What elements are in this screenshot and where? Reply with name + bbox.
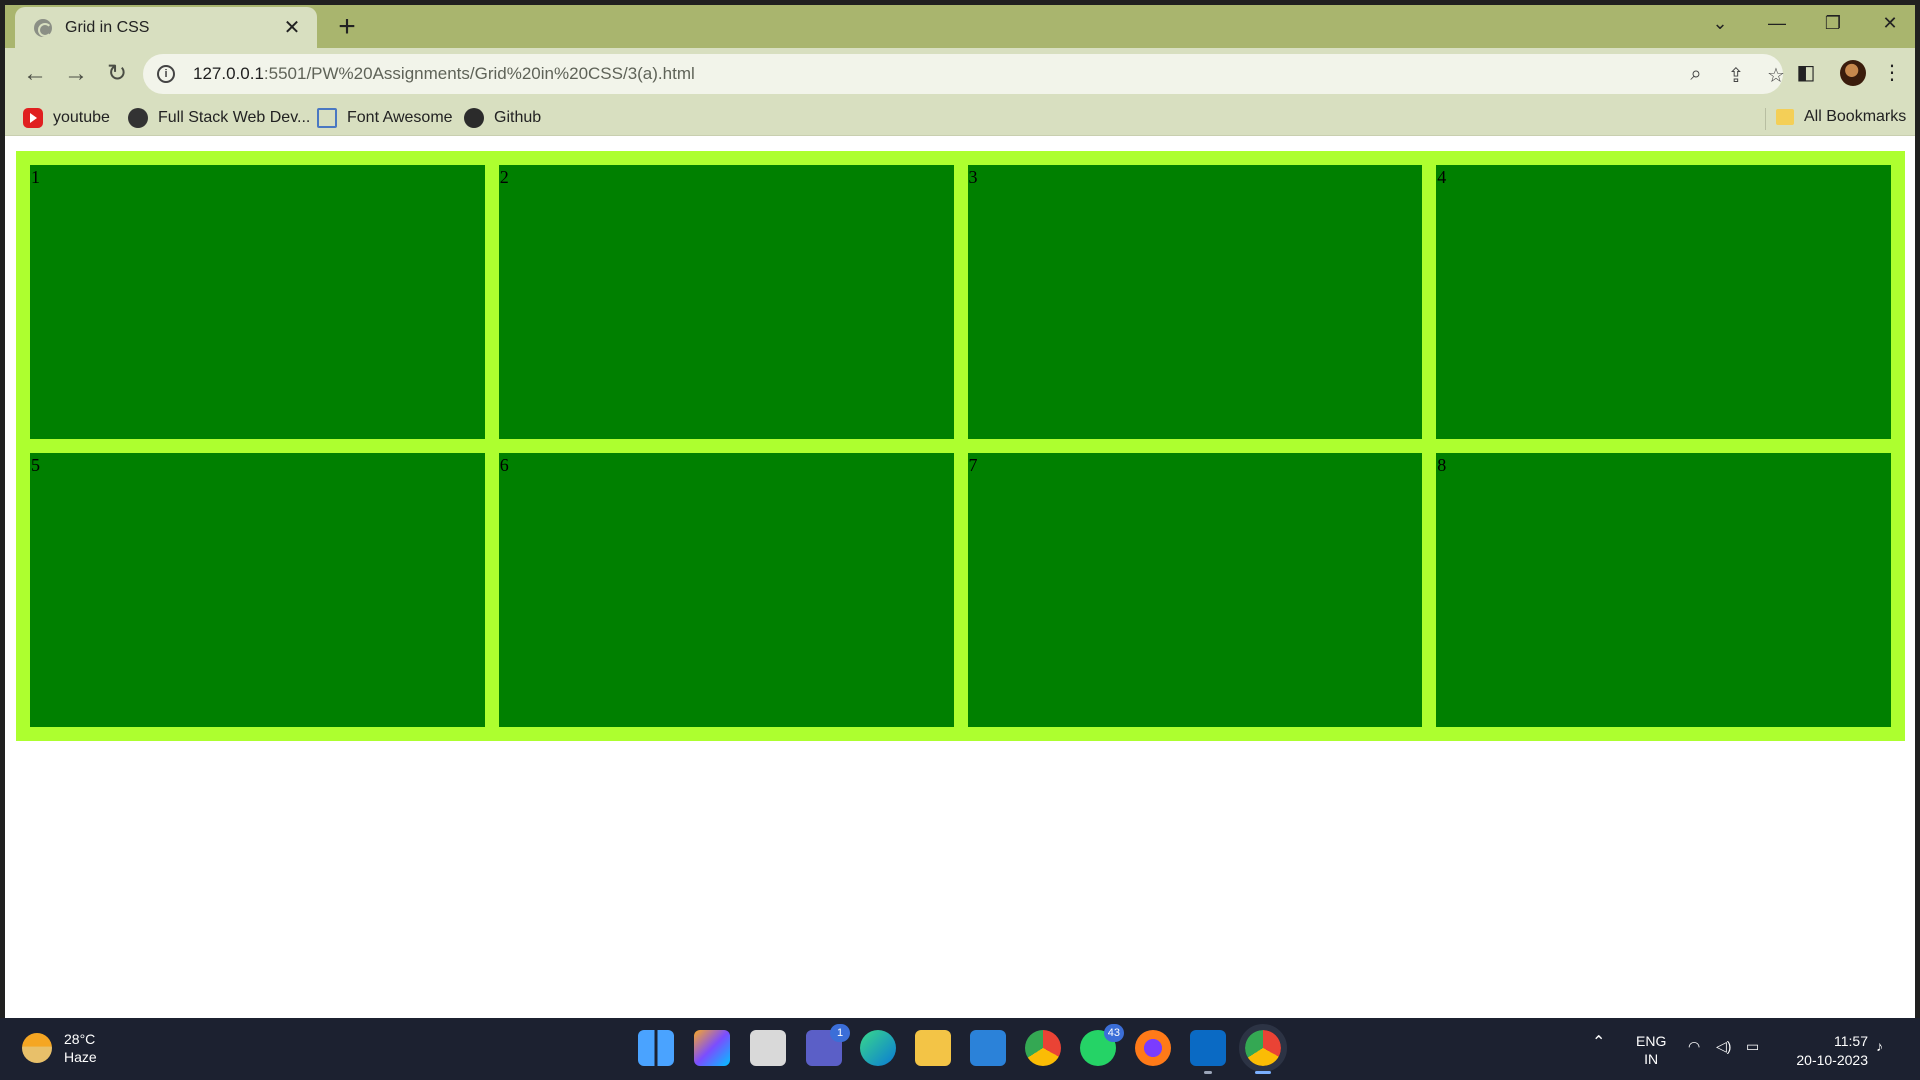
taskbar: 28°C Haze 1 43 ⌃ ENG IN ◠ ◁) ▭ 11:57 20-… xyxy=(0,1018,1920,1080)
side-panel-icon[interactable]: ◧ xyxy=(1792,60,1820,85)
browser-toolbar: ← → ↻ i 127.0.0.1:5501/PW%20Assignments/… xyxy=(5,48,1915,100)
folder-icon xyxy=(1776,109,1794,125)
weather-haze-icon xyxy=(22,1033,52,1063)
bookmark-font-awesome[interactable]: Font Awesome xyxy=(317,108,453,128)
all-bookmarks-button[interactable]: All Bookmarks xyxy=(1776,108,1906,126)
github-icon xyxy=(464,108,484,128)
vscode-icon[interactable] xyxy=(1190,1030,1226,1074)
active-indicator xyxy=(1255,1071,1271,1074)
bookmarks-bar: youtube Full Stack Web Dev... Font Aweso… xyxy=(5,100,1915,136)
language-indicator[interactable]: ENG IN xyxy=(1636,1032,1666,1068)
page-viewport: 1 2 3 4 5 6 7 8 xyxy=(5,137,1915,1018)
back-button[interactable]: ← xyxy=(19,58,51,90)
mail-icon[interactable] xyxy=(970,1030,1006,1066)
whatsapp-icon[interactable]: 43 xyxy=(1080,1024,1124,1066)
youtube-icon xyxy=(23,108,43,128)
divider xyxy=(1765,108,1766,130)
share-icon[interactable]: ⇪ xyxy=(1724,63,1748,88)
firefox-icon[interactable] xyxy=(1135,1030,1171,1066)
weather-widget[interactable]: 28°C Haze xyxy=(22,1030,97,1066)
bookmark-full-stack[interactable]: Full Stack Web Dev... xyxy=(128,108,310,128)
zoom-icon[interactable]: ⌕ xyxy=(1684,63,1708,86)
flag-icon xyxy=(317,108,337,128)
volume-icon[interactable]: ◁) xyxy=(1716,1038,1731,1055)
notification-badge: 43 xyxy=(1103,1024,1124,1042)
reload-button[interactable]: ↻ xyxy=(101,58,133,90)
wifi-icon[interactable]: ◠ xyxy=(1688,1038,1700,1055)
grid-item: 8 xyxy=(1436,453,1891,727)
close-tab-icon[interactable]: ✕ xyxy=(281,15,303,40)
windows-start-icon[interactable] xyxy=(638,1030,674,1066)
chevron-up-icon[interactable]: ⌃ xyxy=(1592,1032,1605,1052)
notification-bell-icon[interactable]: ♪ xyxy=(1876,1038,1883,1054)
notification-badge: 1 xyxy=(830,1024,850,1042)
teams-icon[interactable]: 1 xyxy=(806,1024,850,1066)
tab-strip: Grid in CSS ✕ + ⌄ — ❐ ✕ xyxy=(5,5,1915,48)
minimize-button[interactable]: — xyxy=(1757,13,1797,34)
clock[interactable]: 11:57 20-10-2023 xyxy=(1796,1032,1868,1070)
globe-icon xyxy=(34,18,52,37)
grid-item: 4 xyxy=(1436,165,1891,439)
chrome-icon[interactable] xyxy=(1025,1030,1061,1066)
bookmark-github[interactable]: Github xyxy=(464,108,541,128)
running-indicator xyxy=(1204,1071,1212,1074)
bookmark-star-icon[interactable]: ☆ xyxy=(1764,63,1788,88)
chrome-profile-icon[interactable] xyxy=(1239,1024,1287,1074)
site-info-icon[interactable]: i xyxy=(157,65,175,83)
forward-button[interactable]: → xyxy=(60,58,92,90)
new-tab-button[interactable]: + xyxy=(331,12,363,44)
grid-item: 2 xyxy=(498,165,954,439)
weather-desc: Haze xyxy=(64,1049,97,1065)
grid-item: 3 xyxy=(967,165,1423,439)
address-bar[interactable]: i 127.0.0.1:5501/PW%20Assignments/Grid%2… xyxy=(143,54,1785,94)
tab-title: Grid in CSS xyxy=(65,18,150,36)
file-explorer-icon[interactable] xyxy=(915,1030,951,1066)
close-window-button[interactable]: ✕ xyxy=(1870,13,1910,34)
profile-avatar[interactable] xyxy=(1840,60,1866,86)
grid-item: 5 xyxy=(30,453,485,727)
weather-temp: 28°C xyxy=(64,1031,96,1047)
battery-icon[interactable]: ▭ xyxy=(1746,1038,1759,1055)
grid-item: 6 xyxy=(498,453,954,727)
grid-item: 7 xyxy=(967,453,1423,727)
restore-button[interactable]: ❐ xyxy=(1813,13,1853,34)
copilot-icon[interactable] xyxy=(694,1030,730,1066)
menu-kebab-icon[interactable]: ⋮ xyxy=(1878,60,1906,85)
url-text: 127.0.0.1:5501/PW%20Assignments/Grid%20i… xyxy=(193,64,695,83)
grid-container: 1 2 3 4 5 6 7 8 xyxy=(16,151,1905,741)
edge-icon[interactable] xyxy=(860,1030,896,1066)
bookmark-youtube[interactable]: youtube xyxy=(23,108,110,128)
grid-item: 1 xyxy=(30,165,485,439)
chevron-down-icon[interactable]: ⌄ xyxy=(1700,13,1740,34)
tab-grid-in-css[interactable]: Grid in CSS ✕ xyxy=(15,7,317,48)
task-view-icon[interactable] xyxy=(750,1030,786,1066)
site-icon xyxy=(128,108,148,128)
